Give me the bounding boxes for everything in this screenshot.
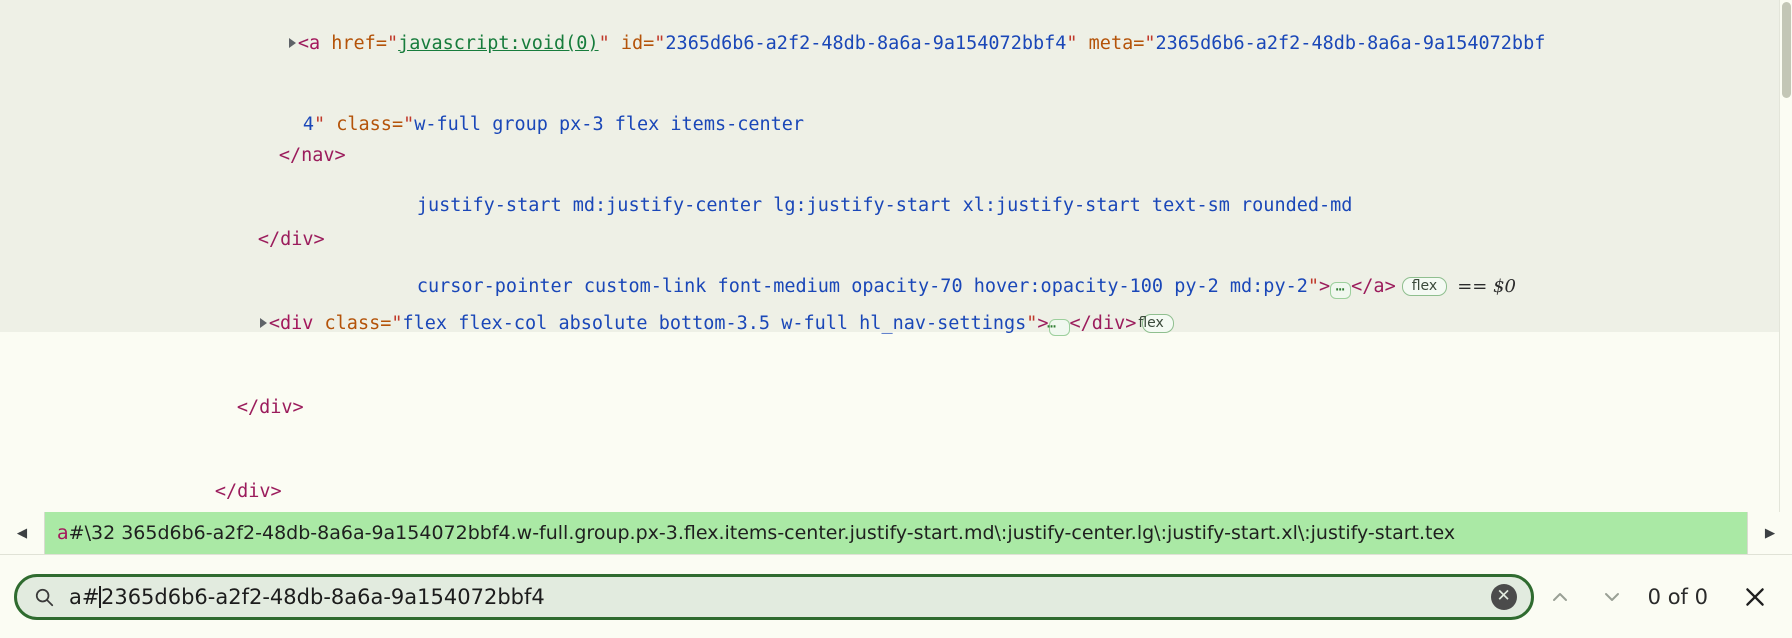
tree-row-nav-settings[interactable]: <div class="flex flex-col absolute botto… <box>0 282 1792 366</box>
breadcrumb-tag: a <box>57 522 69 544</box>
expand-triangle-icon[interactable] <box>288 38 296 48</box>
tree-row-close-div-2[interactable]: </div> <box>0 366 1792 450</box>
close-div-text: </div> <box>257 229 325 250</box>
search-close-button[interactable] <box>1732 584 1778 610</box>
layout-badge-flex[interactable]: flex <box>1138 314 1174 333</box>
search-input[interactable]: a#2365d6b6-a2f2-48db-8a6a-9a154072bbf4 ✕ <box>14 573 1534 620</box>
collapsed-children-ellipsis[interactable]: ⋯ <box>1047 319 1070 336</box>
dom-search-bar[interactable]: a#2365d6b6-a2f2-48db-8a6a-9a154072bbf4 ✕… <box>0 554 1792 638</box>
tree-row-close-div-1[interactable]: </div> <box>0 198 1792 282</box>
search-next-button[interactable] <box>1586 585 1638 609</box>
chevron-left-icon[interactable]: ◀ <box>0 512 45 554</box>
chevron-down-icon <box>1604 592 1619 601</box>
search-prev-button[interactable] <box>1534 585 1586 609</box>
nav-settings-class-value[interactable]: flex flex-col absolute bottom-3.5 w-full… <box>403 313 1027 334</box>
dom-tree-scrollbar-thumb[interactable] <box>1782 2 1791 98</box>
search-value-before-caret: a# <box>69 584 100 609</box>
elements-dom-tree[interactable]: ⋯ <a href="javascript:void(0)" id="2365d… <box>0 0 1792 512</box>
breadcrumb[interactable]: ◀ a #\32 365d6b6-a2f2-48db-8a6a-9a154072b… <box>0 512 1792 554</box>
href-value[interactable]: javascript:void(0) <box>398 33 598 54</box>
id-value[interactable]: 2365d6b6-a2f2-48db-8a6a-9a154072bbf4 <box>665 33 1066 54</box>
attr-name-class: class <box>324 313 381 334</box>
expand-triangle-icon[interactable] <box>259 318 267 328</box>
meta-value-part1[interactable]: 2365d6b6-a2f2-48db-8a6a-9a154072bbf <box>1156 33 1546 54</box>
search-match-count: 0 of 0 <box>1647 584 1708 609</box>
search-input-text[interactable]: a#2365d6b6-a2f2-48db-8a6a-9a154072bbf4 <box>69 585 1491 609</box>
close-nav-text: </nav> <box>278 145 346 166</box>
breadcrumb-selected-path[interactable]: a #\32 365d6b6-a2f2-48db-8a6a-9a154072bbf… <box>45 512 1747 554</box>
dom-tree-scrollbar[interactable] <box>1779 0 1792 512</box>
tree-row-close-nav[interactable]: </nav> <box>0 114 1792 198</box>
search-icon <box>35 588 54 606</box>
search-value-after-caret: 2365d6b6-a2f2-48db-8a6a-9a154072bbf4 <box>100 584 545 609</box>
close-icon <box>1746 587 1764 606</box>
close-div-text: </div> <box>1069 313 1137 334</box>
breadcrumb-path: #\32 365d6b6-a2f2-48db-8a6a-9a154072bbf4… <box>68 522 1456 544</box>
tree-row-close-div-3[interactable]: </div> <box>0 450 1792 512</box>
chevron-up-icon <box>1552 592 1567 601</box>
close-div-text: </div> <box>236 397 304 418</box>
chevron-right-icon[interactable]: ▶ <box>1747 512 1792 554</box>
close-div-text: </div> <box>214 481 282 502</box>
clear-circle-icon[interactable]: ✕ <box>1490 583 1517 610</box>
